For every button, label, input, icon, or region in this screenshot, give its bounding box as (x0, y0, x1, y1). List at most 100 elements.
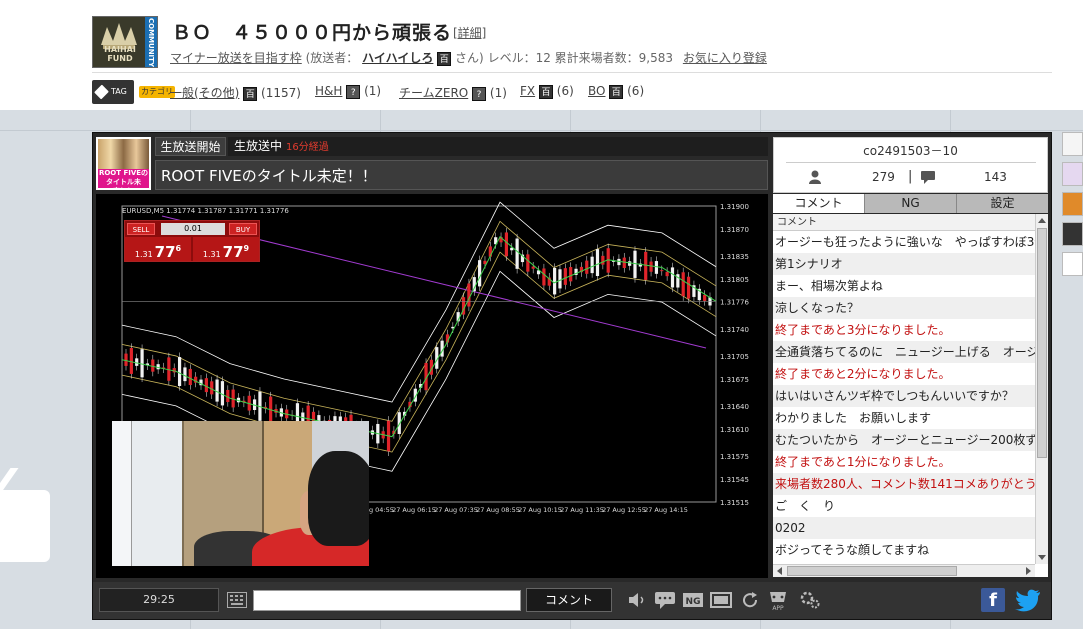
system-comment[interactable]: 終了まであと3分になりました。 (773, 319, 1035, 341)
system-comment[interactable]: 来場者数280人、コメント数141コメありがとうございま (773, 473, 1035, 495)
x-tick-label: 27 Aug 11:35 (560, 506, 604, 514)
community-thumbnail[interactable]: HAIHAI FUND COMMUNITY (92, 16, 158, 68)
comment-send-button[interactable]: コメント (526, 588, 612, 612)
comment-row[interactable]: まー、相場次第よね (773, 275, 1035, 297)
tag-item-hh[interactable]: H&H ? (1) (315, 84, 381, 99)
y-tick-label: 1.31705 (720, 353, 749, 361)
speech-bubble-icon (0, 490, 50, 562)
webcam-overlay (112, 421, 369, 566)
y-tick-label: 1.31515 (720, 499, 749, 507)
ng-filter-icon[interactable]: NG (682, 590, 704, 610)
comment-list[interactable]: コメント オージーも狂ったように強いな やっぱすわぼ3倍デ 第1シナリオ まー、相場… (773, 214, 1048, 577)
side-strip-item[interactable] (1062, 192, 1083, 216)
system-comment[interactable]: 終了まであと2分になりました。 (773, 363, 1035, 385)
ask-prefix: 1.31 (202, 250, 221, 259)
comment-row[interactable]: 第1シナリオ (773, 253, 1035, 275)
tag-item-team-zero[interactable]: チームZERO ? (1) (399, 84, 507, 101)
tag-name[interactable]: FX (520, 84, 535, 98)
viewer-count: 279 (872, 170, 895, 184)
candle-body (226, 389, 230, 403)
scroll-right-icon[interactable] (1026, 567, 1031, 575)
ask-price[interactable]: 1.31 779 (193, 237, 259, 261)
scroll-thumb[interactable] (1037, 228, 1047, 458)
trade-panel[interactable]: SELL 0.01 BUY 1.31 776 1.31 779 (124, 220, 260, 262)
system-comment[interactable]: 終了まであと1分になりました。 (773, 451, 1035, 473)
comment-toggle-icon[interactable] (654, 590, 676, 610)
page-title: ＢＯ ４５０００円から頑張る (172, 22, 453, 44)
vertical-scrollbar[interactable] (1035, 214, 1048, 564)
tab-ng[interactable]: NG (865, 194, 957, 213)
tag-name[interactable]: チームZERO (399, 86, 468, 100)
comment-row[interactable]: 0202 (773, 517, 1035, 539)
candle-body (124, 353, 128, 366)
tag-name[interactable]: 一般(その他) (170, 86, 239, 100)
comment-row[interactable]: 全通貨落ちてるのに ニュージー上げる オージー空 (773, 341, 1035, 363)
volume-icon[interactable] (626, 590, 648, 610)
comment-row[interactable]: わかりました お願いします (773, 407, 1035, 429)
video-area[interactable]: 1.31900 1.31870 1.31835 1.31805 1.31776 1.317… (96, 194, 768, 578)
community-name-link[interactable]: マイナー放送を目指す枠 (170, 51, 302, 65)
candle-body (670, 267, 675, 288)
comment-count: 143 (984, 170, 1007, 184)
y-tick-label: 1.31776 (720, 298, 749, 306)
side-strip-item[interactable] (1062, 162, 1083, 186)
tag-name[interactable]: H&H (315, 84, 342, 98)
broadcaster-name-link[interactable]: ハイハイしろ (362, 51, 433, 65)
tag-item-general[interactable]: 一般(その他) 百 (1157) (170, 84, 301, 101)
candle-body (210, 381, 214, 395)
side-strip-item[interactable] (1062, 132, 1083, 156)
tab-live[interactable]: 生放送中 16分経過 (228, 137, 768, 156)
app-icon[interactable]: APP (767, 588, 789, 612)
comment-row[interactable]: はいはいさんツギ枠でしつもんいいですか？ (773, 385, 1035, 407)
dictionary-icon: ? (472, 86, 487, 101)
tag-item-fx[interactable]: FX 百 (6) (520, 84, 574, 99)
lot-input[interactable]: 0.01 (161, 223, 225, 235)
tag-name[interactable]: BO (588, 84, 605, 98)
x-tick-label: 27 Aug 08:55 (476, 506, 520, 514)
y-tick-label: 1.31900 (720, 203, 749, 211)
comment-row[interactable]: ご く り (773, 495, 1035, 517)
comment-input[interactable] (253, 590, 521, 611)
lock-icon: 百 (609, 84, 624, 99)
scroll-down-icon[interactable] (1038, 555, 1046, 560)
reload-icon[interactable] (739, 590, 761, 610)
candle-body (553, 267, 557, 295)
comment-row[interactable]: むたついたから オージーとニュージー200枚ずつし (773, 429, 1035, 451)
screen-size-icon[interactable] (710, 590, 732, 610)
favorite-link[interactable]: お気に入り登録 (683, 51, 767, 65)
horizontal-scrollbar[interactable] (773, 564, 1035, 577)
scroll-thumb[interactable] (787, 566, 957, 576)
keyboard-icon[interactable] (227, 592, 247, 608)
tab-comment[interactable]: コメント (773, 194, 865, 213)
comment-row[interactable]: オージーも狂ったように強いな やっぱすわぼ3倍デ (773, 231, 1035, 253)
buy-button[interactable]: BUY (229, 223, 257, 235)
candle-body (183, 367, 187, 382)
candle-body (644, 251, 648, 280)
side-strip-item[interactable] (1062, 222, 1083, 246)
tag-item-bo[interactable]: BO 百 (6) (588, 84, 644, 99)
candle-body (215, 379, 219, 402)
y-tick-label: 1.31740 (720, 326, 749, 334)
candle-body (585, 260, 589, 274)
comment-row[interactable]: ボジってそうな顔してますね (773, 539, 1035, 561)
channel-thumbnail[interactable]: ROOT FIVEのタイトル未定！！ (96, 137, 151, 190)
broadcaster-label: (放送者： (305, 51, 359, 65)
bid-price[interactable]: 1.31 776 (125, 237, 191, 261)
comment-row[interactable]: 涼しくなった？ (773, 297, 1035, 319)
settings-gear-icon[interactable] (799, 590, 821, 610)
bid-prefix: 1.31 (134, 250, 153, 259)
twitter-share-icon[interactable] (1014, 588, 1042, 612)
scroll-left-icon[interactable] (777, 567, 782, 575)
tab-broadcast-start[interactable]: 生放送開始 (155, 137, 226, 156)
candle-body (478, 260, 482, 287)
scroll-up-icon[interactable] (1038, 218, 1046, 223)
detail-link[interactable]: [詳細] (453, 24, 486, 41)
tab-settings[interactable]: 設定 (957, 194, 1048, 213)
facebook-share-icon[interactable]: f (981, 588, 1005, 612)
candle-body (686, 276, 691, 299)
y-tick-label: 1.31835 (720, 253, 749, 261)
elapsed-time: 16分経過 (286, 142, 329, 153)
side-strip-item[interactable] (1062, 252, 1083, 276)
sell-button[interactable]: SELL (127, 223, 155, 235)
tag-count: (1) (489, 86, 507, 100)
